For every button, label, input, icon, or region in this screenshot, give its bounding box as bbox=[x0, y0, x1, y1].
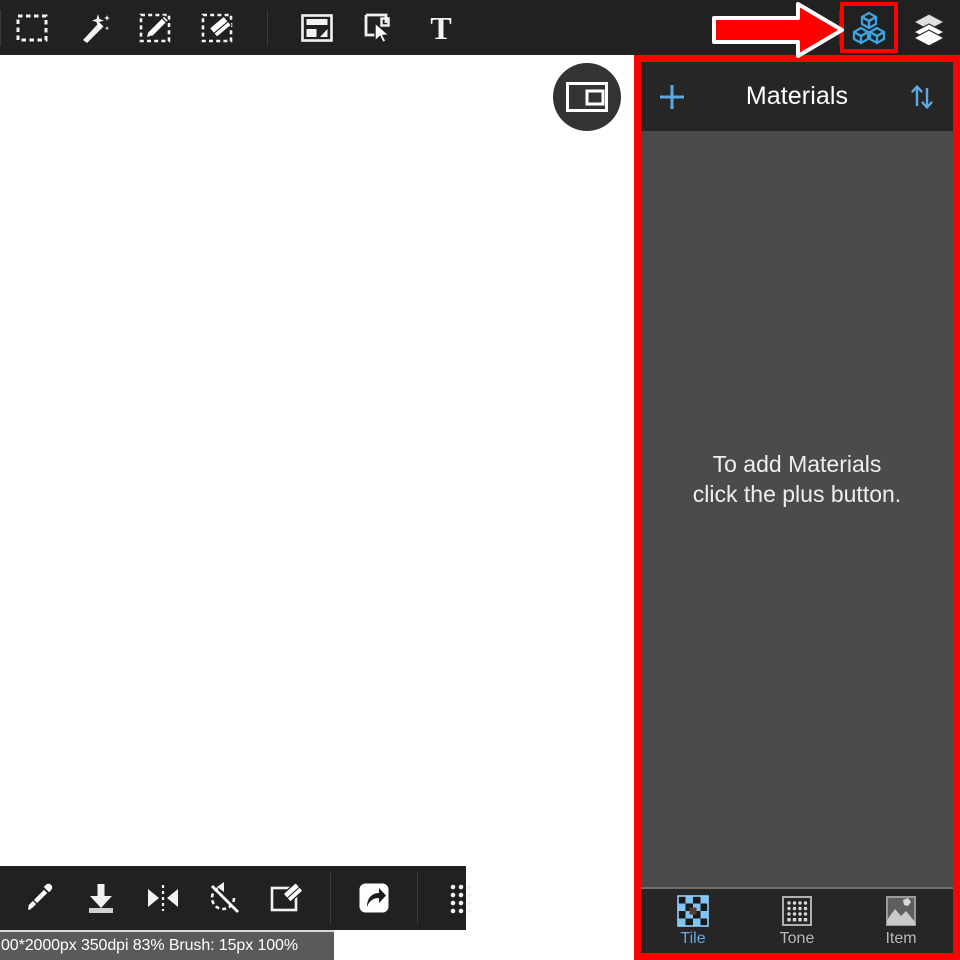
tab-tone-label: Tone bbox=[779, 930, 815, 947]
status-bar: 00*2000px 350dpi 83% Brush: 15px 100% bbox=[0, 930, 334, 960]
layers-stack-icon bbox=[911, 11, 947, 45]
empty-state-line-2: click the plus button. bbox=[692, 481, 902, 507]
red-pointer-arrow bbox=[712, 2, 844, 58]
materials-panel: Materials To add Materials click the plu… bbox=[634, 55, 960, 960]
image-thumb-icon bbox=[884, 894, 918, 928]
bottom-toolbar bbox=[0, 866, 472, 930]
frame-border-tool[interactable] bbox=[286, 0, 348, 55]
erase-selection-tool[interactable] bbox=[187, 0, 249, 55]
tab-tone[interactable]: Tone bbox=[745, 889, 849, 953]
dot-grid-icon bbox=[780, 894, 814, 928]
toolbar-divider-1 bbox=[267, 9, 268, 46]
share-button[interactable] bbox=[343, 866, 405, 930]
share-arrow-icon bbox=[357, 881, 391, 915]
frame-border-icon bbox=[300, 13, 334, 43]
tab-tile[interactable]: Tile bbox=[641, 889, 745, 953]
sort-updown-icon bbox=[908, 82, 936, 112]
eyedropper-icon bbox=[22, 881, 56, 915]
rotate-off-icon bbox=[207, 881, 243, 915]
text-t-icon: T bbox=[426, 12, 456, 44]
materials-cubes-icon bbox=[850, 10, 888, 46]
more-menu-button[interactable] bbox=[430, 866, 492, 930]
magic-wand-icon bbox=[77, 11, 111, 45]
plus-icon bbox=[656, 81, 688, 113]
picture-in-picture-icon bbox=[565, 79, 609, 115]
tab-tile-label: Tile bbox=[680, 930, 706, 947]
layers-button[interactable] bbox=[898, 0, 960, 55]
navigator-button[interactable] bbox=[553, 63, 621, 131]
selection-pen-tool[interactable] bbox=[125, 0, 187, 55]
tab-item[interactable]: Item bbox=[849, 889, 953, 953]
selection-pen-icon bbox=[138, 12, 174, 44]
selection-eraser-icon bbox=[200, 12, 236, 44]
add-material-button[interactable] bbox=[641, 62, 703, 131]
materials-panel-body: To add Materials click the plus button. bbox=[641, 131, 953, 889]
text-tool[interactable]: T bbox=[410, 0, 472, 55]
checkerboard-icon bbox=[676, 894, 710, 928]
clear-layer-tool[interactable] bbox=[256, 866, 318, 930]
status-text: 00*2000px 350dpi 83% Brush: 15px 100% bbox=[1, 937, 298, 954]
flip-horizontal-tool[interactable] bbox=[132, 866, 194, 930]
materials-empty-state: To add Materials click the plus button. bbox=[693, 449, 901, 509]
sort-materials-button[interactable] bbox=[891, 62, 953, 131]
bottom-divider-2 bbox=[417, 872, 418, 924]
canvas-area[interactable] bbox=[0, 55, 634, 960]
tab-item-label: Item bbox=[885, 930, 917, 947]
flip-horizontal-icon bbox=[145, 883, 181, 913]
fill-down-icon bbox=[84, 881, 118, 915]
marquee-icon bbox=[15, 13, 49, 43]
materials-panel-header: Materials bbox=[641, 62, 953, 131]
undo-rotate-tool[interactable] bbox=[194, 866, 256, 930]
grid-dots-icon bbox=[446, 882, 476, 914]
canvas-page[interactable] bbox=[0, 55, 634, 927]
eyedropper-tool[interactable] bbox=[8, 866, 70, 930]
svg-text:T: T bbox=[430, 12, 451, 44]
materials-button[interactable] bbox=[840, 2, 898, 53]
fill-down-tool[interactable] bbox=[70, 866, 132, 930]
rectangle-marquee-tool[interactable] bbox=[1, 0, 63, 55]
object-select-tool[interactable] bbox=[348, 0, 410, 55]
auto-select-tool[interactable] bbox=[63, 0, 125, 55]
app-root: T 00*2000px 350dpi 83% Brush: 15px 100% … bbox=[0, 0, 960, 960]
materials-tab-bar: Tile Tone Item bbox=[641, 889, 953, 953]
empty-state-line-1: To add Materials bbox=[712, 451, 882, 477]
bottom-divider-1 bbox=[330, 872, 331, 924]
object-cursor-icon bbox=[362, 12, 396, 44]
materials-panel-title: Materials bbox=[745, 82, 849, 110]
clear-eraser-icon bbox=[269, 882, 305, 914]
